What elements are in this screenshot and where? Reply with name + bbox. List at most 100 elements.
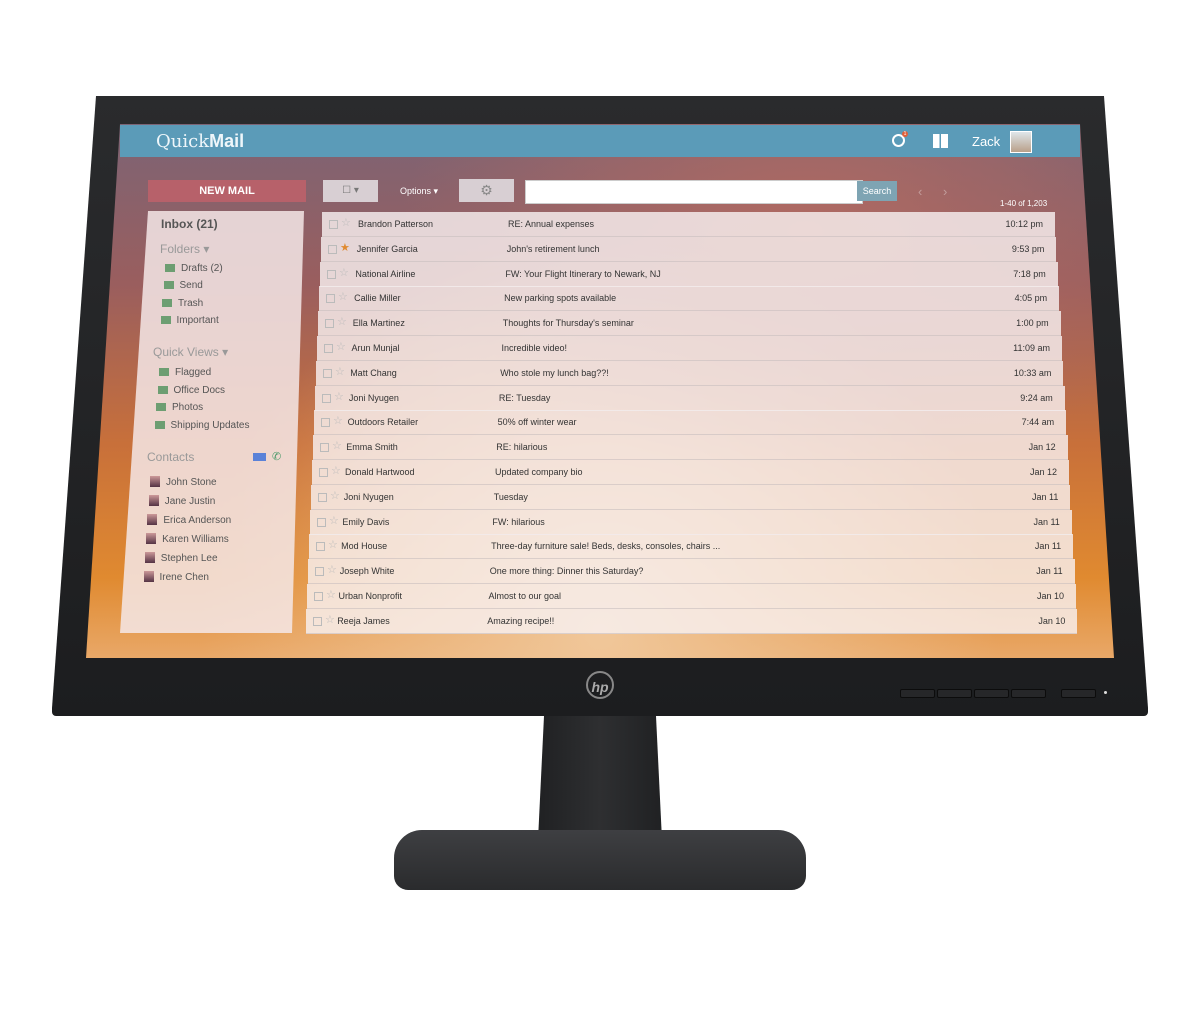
email-checkbox[interactable] (329, 220, 338, 229)
contact-item[interactable]: Stephen Lee (144, 552, 218, 564)
contact-name: Irene Chen (159, 572, 209, 583)
monitor-button[interactable] (900, 689, 935, 698)
email-row[interactable]: ☆ Brandon Patterson RE: Annual expenses … (322, 212, 1055, 237)
sidebar-quick-view[interactable]: Flagged (159, 367, 211, 378)
settings-button[interactable]: ⚙ (459, 179, 514, 202)
email-row[interactable]: ☆ Donald Hartwood Updated company bio Ja… (312, 460, 1069, 485)
prev-page-icon[interactable]: ‹ (918, 184, 922, 199)
select-dropdown-button[interactable]: ☐ ▾ (323, 180, 378, 202)
sidebar-quick-view[interactable]: Shipping Updates (154, 420, 249, 431)
sidebar-folder[interactable]: Trash (162, 298, 203, 309)
email-row[interactable]: ☆ Mod House Three-day furniture sale! Be… (309, 534, 1074, 560)
monitor-button[interactable] (937, 689, 972, 698)
star-icon[interactable]: ☆ (339, 266, 349, 279)
sidebar-item-inbox[interactable]: Inbox (21) (161, 217, 218, 231)
star-icon[interactable]: ★ (340, 241, 350, 254)
email-row[interactable]: ☆ Matt Chang Who stole my lunch bag??! 1… (316, 360, 1064, 386)
user-name[interactable]: Zack (972, 134, 1000, 149)
email-row[interactable]: ☆ Urban Nonprofit Almost to our goal Jan… (307, 584, 1076, 609)
email-row[interactable]: ☆ Outdoors Retailer 50% off winter wear … (314, 410, 1067, 436)
email-checkbox[interactable] (316, 542, 325, 552)
email-checkbox[interactable] (319, 468, 328, 477)
quick-view-label: Office Docs (173, 384, 226, 396)
email-row[interactable]: ☆ Callie Miller New parking spots availa… (319, 286, 1060, 312)
options-dropdown[interactable]: Options ▾ (400, 186, 438, 197)
app-logo[interactable]: QuickMail (156, 131, 244, 152)
star-icon[interactable]: ☆ (337, 315, 347, 328)
email-checkbox[interactable] (317, 517, 326, 527)
star-icon[interactable]: ☆ (336, 340, 346, 353)
email-row[interactable]: ☆ National Airline FW: Your Flight Itine… (320, 261, 1058, 287)
sidebar-quick-view[interactable]: Photos (156, 402, 203, 413)
user-avatar[interactable] (1010, 131, 1032, 153)
email-subject: New parking spots available (504, 293, 617, 304)
star-icon[interactable]: ☆ (330, 489, 340, 502)
video-call-icon[interactable] (253, 453, 266, 461)
email-row[interactable]: ★ Jennifer Garcia John's retirement lunc… (321, 236, 1057, 262)
star-icon[interactable]: ☆ (338, 290, 348, 303)
sidebar-folder[interactable]: Drafts (2) (165, 263, 223, 274)
star-icon[interactable]: ☆ (341, 216, 351, 229)
next-page-icon[interactable]: › (943, 184, 947, 199)
email-sender: Ella Martinez (352, 318, 405, 329)
gear-icon: ⚙ (480, 182, 493, 198)
email-checkbox[interactable] (318, 492, 327, 502)
email-checkbox[interactable] (323, 368, 332, 378)
email-time: Jan 12 (1028, 442, 1056, 453)
contact-avatar (144, 552, 155, 563)
email-row[interactable]: ☆ Arun Munjal Incredible video! 11:09 am (317, 336, 1062, 361)
monitor-button[interactable] (974, 689, 1009, 698)
star-icon[interactable]: ☆ (329, 514, 339, 527)
email-checkbox[interactable] (321, 418, 330, 428)
contact-item[interactable]: Erica Anderson (147, 514, 231, 526)
search-button[interactable]: Search (857, 181, 897, 201)
email-checkbox[interactable] (322, 393, 331, 403)
star-icon[interactable]: ☆ (333, 414, 343, 427)
star-icon[interactable]: ☆ (335, 365, 345, 378)
email-row[interactable]: ☆ Joni Nyugen RE: Tuesday 9:24 am (315, 385, 1065, 411)
contact-item[interactable]: Karen Williams (146, 533, 229, 545)
contact-avatar (148, 495, 159, 506)
contact-item[interactable]: John Stone (150, 476, 217, 488)
email-row[interactable]: ☆ Ella Martinez Thoughts for Thursday's … (318, 311, 1061, 337)
phone-icon[interactable]: ✆ (272, 450, 281, 463)
apps-grid-icon[interactable] (933, 134, 948, 148)
email-checkbox[interactable] (313, 616, 322, 626)
new-mail-button[interactable]: NEW MAIL (148, 180, 306, 202)
email-checkbox[interactable] (315, 567, 324, 577)
star-icon[interactable]: ☆ (326, 588, 336, 601)
email-checkbox[interactable] (327, 269, 336, 279)
sidebar-folder[interactable]: Important (160, 315, 219, 326)
contact-item[interactable]: Jane Justin (148, 495, 215, 507)
sidebar-folder[interactable]: Send (163, 280, 203, 291)
email-checkbox[interactable] (324, 344, 333, 353)
email-sender: Joni Nyugen (343, 491, 394, 502)
email-time: 7:18 pm (1013, 268, 1046, 279)
email-checkbox[interactable] (325, 319, 334, 329)
contact-item[interactable]: Irene Chen (143, 571, 209, 583)
email-row[interactable]: ☆ Reeja James Amazing recipe!! Jan 10 (306, 608, 1078, 634)
folders-header[interactable]: Folders ▾ (160, 242, 209, 256)
monitor-button[interactable] (1011, 689, 1046, 698)
sidebar-quick-view[interactable]: Office Docs (157, 384, 226, 396)
email-subject: Incredible video! (501, 343, 568, 353)
email-row[interactable]: ☆ Emily Davis FW: hilarious Jan 11 (310, 509, 1072, 535)
quick-views-header[interactable]: Quick Views ▾ (153, 345, 228, 359)
email-checkbox[interactable] (326, 294, 335, 304)
email-checkbox[interactable] (320, 443, 329, 453)
star-icon[interactable]: ☆ (325, 613, 335, 626)
email-row[interactable]: ☆ Joseph White One more thing: Dinner th… (308, 559, 1075, 585)
email-checkbox[interactable] (328, 244, 337, 254)
search-input[interactable] (525, 180, 863, 204)
email-checkbox[interactable] (314, 592, 323, 601)
email-row[interactable]: ☆ Emma Smith RE: hilarious Jan 12 (313, 435, 1068, 461)
star-icon[interactable]: ☆ (331, 464, 341, 477)
star-icon[interactable]: ☆ (332, 439, 342, 452)
star-icon[interactable]: ☆ (334, 390, 344, 403)
star-icon[interactable]: ☆ (327, 563, 337, 576)
email-row[interactable]: ☆ Joni Nyugen Tuesday Jan 11 (311, 484, 1071, 510)
star-icon[interactable]: ☆ (328, 538, 338, 551)
power-button[interactable] (1061, 689, 1096, 698)
folder-icon (156, 403, 166, 412)
email-sender: Reeja James (337, 615, 390, 626)
